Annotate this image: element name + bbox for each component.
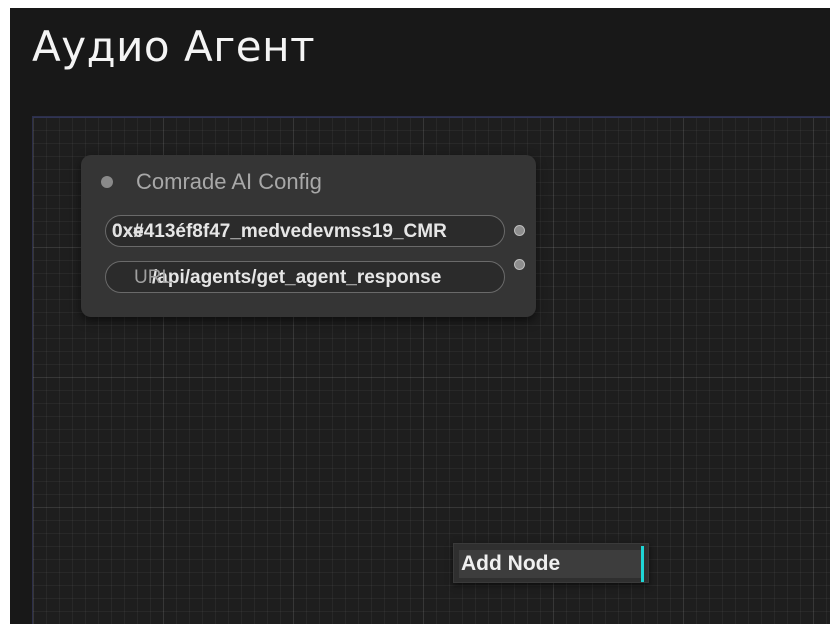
- add-node-menu-item[interactable]: Add Node: [459, 550, 643, 578]
- comrade-ai-config-node[interactable]: Comrade AI Config 0xe 0x#413éf8f47_medve…: [81, 155, 536, 317]
- url-field[interactable]: URL /api/agents/get_agent_response: [105, 261, 505, 293]
- output-slot-2[interactable]: [514, 259, 525, 270]
- url-value: /api/agents/get_agent_response: [152, 267, 442, 288]
- app-frame: Аудио Агент Comrade AI Config 0xe 0x#413…: [10, 8, 830, 624]
- collapse-dot-icon[interactable]: [101, 176, 113, 188]
- api-key-value: 0x#413éf8f47_medvedevmss19_CMR: [112, 221, 447, 242]
- api-key-field[interactable]: 0xe 0x#413éf8f47_medvedevmss19_CMR: [105, 215, 505, 247]
- node-header[interactable]: Comrade AI Config: [81, 155, 536, 207]
- menu-selection-indicator: [641, 546, 644, 582]
- context-menu: Add Node: [453, 543, 649, 583]
- node-title: Comrade AI Config: [136, 169, 322, 194]
- page-title: Аудио Агент: [32, 22, 316, 71]
- add-node-label: Add Node: [461, 552, 561, 575]
- api-key-label: 0xe: [112, 221, 144, 242]
- output-slot-1[interactable]: [514, 225, 525, 236]
- graph-canvas[interactable]: Comrade AI Config 0xe 0x#413éf8f47_medve…: [32, 116, 830, 624]
- url-label: URL: [134, 267, 173, 288]
